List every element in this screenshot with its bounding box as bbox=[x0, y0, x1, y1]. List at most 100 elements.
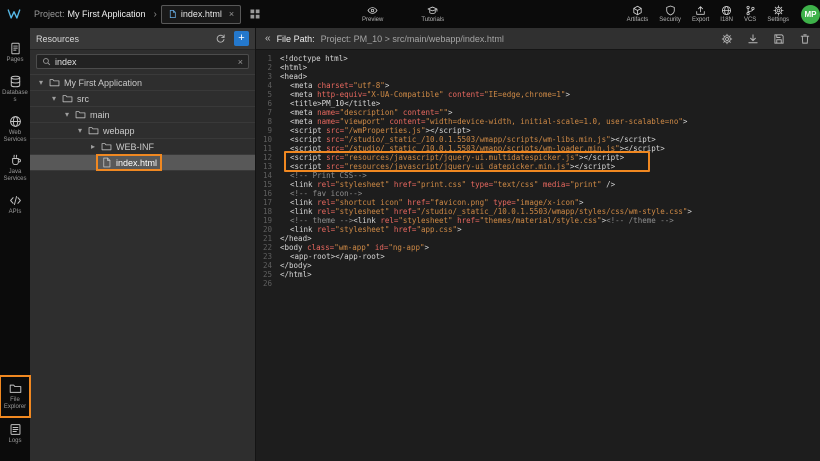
tutorials-label: Tutorials bbox=[421, 17, 444, 23]
caret-down-icon[interactable]: ▾ bbox=[75, 126, 85, 135]
tree-item-web-inf[interactable]: ▸WEB-INF bbox=[30, 139, 255, 155]
resources-title: Resources bbox=[36, 34, 215, 44]
code-line[interactable]: 10<script src="/studio/_static_/10.0.1.5… bbox=[256, 135, 820, 144]
code-line[interactable]: 20<link rel="stylesheet" href="app.css"> bbox=[256, 225, 820, 234]
save-icon[interactable] bbox=[773, 33, 785, 45]
code-line[interactable]: 8<meta name="viewport" content="width=de… bbox=[256, 117, 820, 126]
code-line[interactable]: 26 bbox=[256, 279, 820, 288]
security-icon bbox=[665, 5, 676, 16]
wavemaker-logo-icon[interactable] bbox=[0, 0, 28, 28]
tree-item-inner: main bbox=[72, 108, 113, 121]
sidebar-item-logs[interactable]: Logs bbox=[1, 418, 29, 450]
line-number: 24 bbox=[256, 261, 280, 270]
code-line[interactable]: 22<body class="wm-app" id="ng-app"> bbox=[256, 243, 820, 252]
download-icon[interactable] bbox=[747, 33, 759, 45]
user-avatar[interactable]: MP bbox=[801, 5, 820, 24]
tree-item-src[interactable]: ▾src bbox=[30, 91, 255, 107]
code-line[interactable]: 12<script src="resources/javascript/jque… bbox=[256, 153, 820, 162]
topbar-menu-settings[interactable]: Settings bbox=[767, 5, 789, 23]
code-line[interactable]: 25</html> bbox=[256, 270, 820, 279]
settings-icon bbox=[773, 5, 784, 16]
code-text: <meta http-equiv="X-UA-Compatible" conte… bbox=[280, 90, 570, 99]
file-path-label: File Path: bbox=[277, 34, 315, 44]
code-line[interactable]: 4<meta charset="utf-8"> bbox=[256, 81, 820, 90]
tree-item-inner: My First Application bbox=[46, 76, 145, 89]
preview-label: Preview bbox=[362, 17, 383, 23]
i18n-icon bbox=[721, 5, 732, 16]
code-line[interactable]: 1<!doctype html> bbox=[256, 54, 820, 63]
tree-item-inner: WEB-INF bbox=[98, 140, 157, 153]
code-text: <script src="resources/javascript/jquery… bbox=[280, 153, 624, 162]
sidebar-item-java-services[interactable]: Java Services bbox=[1, 149, 29, 188]
sidebar-item-web-services[interactable]: Web Services bbox=[1, 110, 29, 149]
topbar-menu-export[interactable]: Export bbox=[692, 5, 709, 23]
sidebar-item-label: Pages bbox=[1, 57, 29, 64]
tutorials-icon bbox=[427, 5, 438, 16]
code-area[interactable]: 1<!doctype html>2<html>3<head>4<meta cha… bbox=[256, 50, 820, 461]
code-line[interactable]: 11<script src="/studio/_static_/10.0.1.5… bbox=[256, 144, 820, 153]
delete-trash-icon[interactable] bbox=[799, 33, 811, 45]
code-line[interactable]: 15<link rel="stylesheet" href="print.css… bbox=[256, 180, 820, 189]
code-line[interactable]: 18<link rel="stylesheet" href="/studio/_… bbox=[256, 207, 820, 216]
line-number: 9 bbox=[256, 126, 280, 135]
sidebar-item-databases[interactable]: Databases bbox=[1, 70, 29, 109]
line-number: 21 bbox=[256, 234, 280, 243]
folder-icon bbox=[75, 109, 86, 120]
sidebar-top-group: Pages DatabasesWeb ServicesJava ServicesA… bbox=[0, 36, 30, 222]
clear-search-icon[interactable]: × bbox=[238, 57, 243, 67]
line-number: 15 bbox=[256, 180, 280, 189]
settings-gear-icon[interactable] bbox=[721, 33, 733, 45]
code-text: <title>PM_10</title> bbox=[280, 99, 380, 108]
java-services-icon bbox=[9, 154, 22, 167]
code-line[interactable]: 19<!-- theme --><link rel="stylesheet" h… bbox=[256, 216, 820, 225]
sidebar-item-apis[interactable]: APIs bbox=[1, 189, 29, 221]
line-number: 8 bbox=[256, 117, 280, 126]
topbar-menu-artifacts[interactable]: Artifacts bbox=[627, 5, 649, 23]
code-line[interactable]: 21</head> bbox=[256, 234, 820, 243]
tree-item-webapp[interactable]: ▾webapp bbox=[30, 123, 255, 139]
code-text: <script src="resources/javascript/jquery… bbox=[280, 162, 615, 171]
code-line[interactable]: 2<html> bbox=[256, 63, 820, 72]
code-line[interactable]: 14<!-- Print CSS--> bbox=[256, 171, 820, 180]
caret-right-icon[interactable]: ▸ bbox=[88, 142, 98, 151]
code-line[interactable]: 7<meta name="description" content=""> bbox=[256, 108, 820, 117]
sidebar-item-pages[interactable]: Pages bbox=[1, 37, 29, 69]
tree-item-main[interactable]: ▾main bbox=[30, 107, 255, 123]
topbar-menu-label: Settings bbox=[767, 17, 789, 23]
caret-down-icon[interactable]: ▾ bbox=[49, 94, 59, 103]
close-icon[interactable]: × bbox=[229, 9, 234, 19]
caret-down-icon[interactable]: ▾ bbox=[62, 110, 72, 119]
code-text: <app-root></app-root> bbox=[280, 252, 385, 261]
search-value: index bbox=[55, 57, 234, 67]
code-line[interactable]: 23<app-root></app-root> bbox=[256, 252, 820, 261]
code-line[interactable]: 6<title>PM_10</title> bbox=[256, 99, 820, 108]
line-number: 13 bbox=[256, 162, 280, 171]
code-line[interactable]: 24</body> bbox=[256, 261, 820, 270]
file-icon bbox=[101, 157, 112, 168]
resources-panel: Resources + index × ▾My First Applicatio… bbox=[30, 28, 256, 461]
caret-down-icon[interactable]: ▾ bbox=[36, 78, 46, 87]
code-line[interactable]: 5<meta http-equiv="X-UA-Compatible" cont… bbox=[256, 90, 820, 99]
code-line[interactable]: 9<script src="/wmProperties.js"></script… bbox=[256, 126, 820, 135]
topbar-menu-i18n[interactable]: I18N bbox=[720, 5, 733, 23]
tree-item-my-first-application[interactable]: ▾My First Application bbox=[30, 75, 255, 91]
line-number: 17 bbox=[256, 198, 280, 207]
tree-item-index-html[interactable]: index.html bbox=[30, 155, 255, 171]
add-resource-button[interactable]: + bbox=[234, 31, 249, 46]
code-line[interactable]: 13<script src="resources/javascript/jque… bbox=[256, 162, 820, 171]
code-line[interactable]: 17<link rel="shortcut icon" href="favico… bbox=[256, 198, 820, 207]
tutorials-button[interactable]: Tutorials bbox=[421, 5, 444, 23]
grid-icon[interactable] bbox=[249, 8, 261, 20]
search-input[interactable]: index × bbox=[36, 54, 249, 69]
collapse-panel-icon[interactable]: « bbox=[265, 33, 271, 44]
code-line[interactable]: 16<!-- fav icon--> bbox=[256, 189, 820, 198]
tab-index-html[interactable]: index.html × bbox=[161, 5, 241, 24]
refresh-icon[interactable] bbox=[215, 33, 226, 44]
code-line[interactable]: 3<head> bbox=[256, 72, 820, 81]
code-text: <link rel="stylesheet" href="/studio/_st… bbox=[280, 207, 692, 216]
sidebar-item-file-explorer[interactable]: File Explorer bbox=[1, 377, 29, 416]
topbar-menu-security[interactable]: Security bbox=[659, 5, 681, 23]
preview-button[interactable]: Preview bbox=[362, 5, 383, 23]
project-name[interactable]: My First Application bbox=[68, 9, 146, 19]
topbar-menu-vcs[interactable]: VCS bbox=[744, 5, 756, 23]
